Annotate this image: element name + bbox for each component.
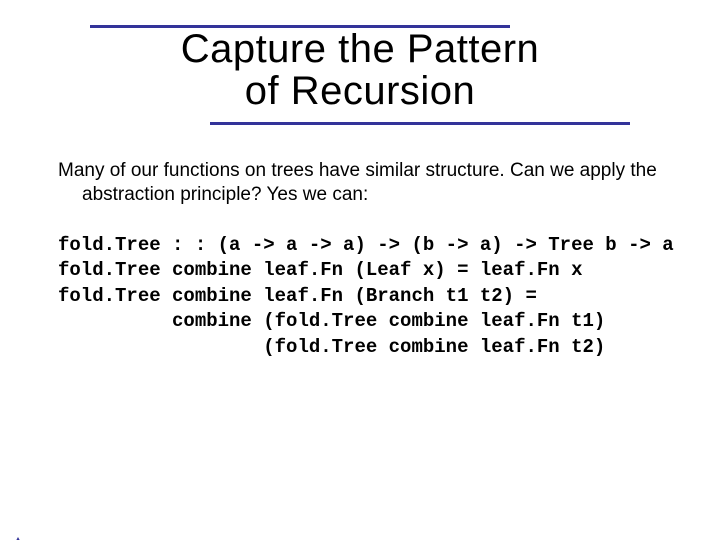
corner-accent-icon <box>0 515 80 540</box>
title-rule-bottom <box>210 122 630 125</box>
slide: Capture the Pattern of Recursion Many of… <box>0 25 720 540</box>
title-block: Capture the Pattern of Recursion <box>90 25 630 125</box>
body-paragraph: Many of our functions on trees have simi… <box>58 159 670 207</box>
title-line-1: Capture the Pattern <box>181 27 540 71</box>
code-block: fold.Tree : : (a -> a -> a) -> (b -> a) … <box>58 233 720 361</box>
title-line-2: of Recursion <box>245 69 476 113</box>
slide-title: Capture the Pattern of Recursion <box>90 28 630 116</box>
